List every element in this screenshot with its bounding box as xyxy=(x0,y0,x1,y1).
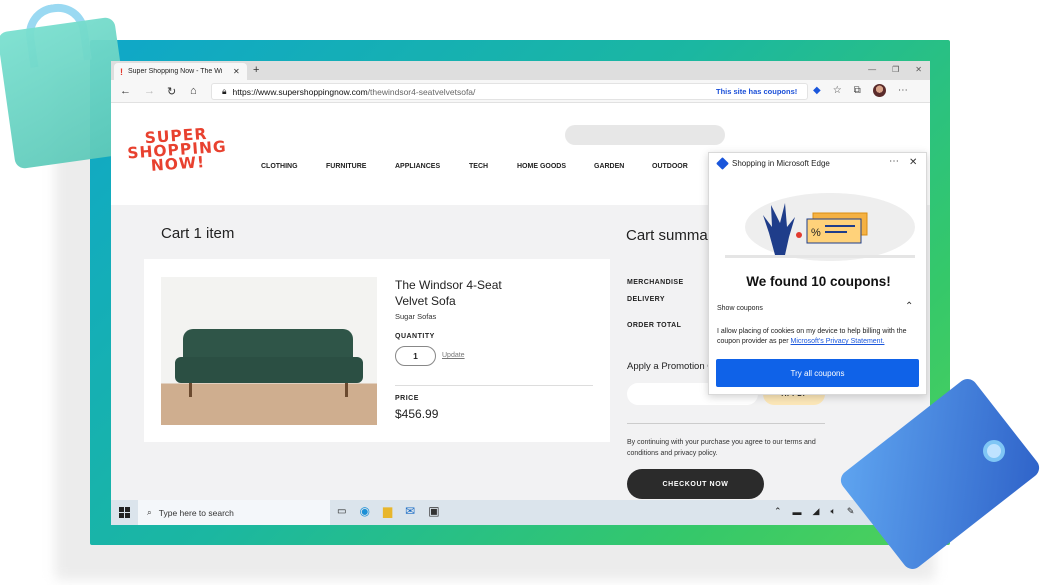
network-icon[interactable]: ◢ xyxy=(813,506,820,517)
menu-item-clothing[interactable]: CLOTHING xyxy=(261,163,326,170)
edge-icon[interactable]: ◉ xyxy=(359,504,369,518)
shopping-panel: Shopping in Microsoft Edge ⋯ ✕ % We foun… xyxy=(708,152,927,395)
favorites-icon[interactable]: ☆ xyxy=(833,85,842,96)
mail-icon[interactable]: ✉ xyxy=(405,504,415,518)
forward-icon[interactable]: → xyxy=(144,85,155,97)
pen-icon[interactable]: ✎ xyxy=(847,506,855,517)
system-tray: ⌃ ▬ ◢ 🔈︎ ✎ xyxy=(774,506,854,517)
back-icon[interactable]: ← xyxy=(120,85,131,97)
site-search-input[interactable] xyxy=(565,125,725,145)
terms-text: By continuing with your purchase you agr… xyxy=(627,439,816,457)
profile-avatar[interactable] xyxy=(872,84,886,97)
menu-item-appliances[interactable]: APPLIANCES xyxy=(395,163,469,170)
new-tab-button[interactable]: + xyxy=(253,64,259,76)
panel-header: Shopping in Microsoft Edge xyxy=(716,157,830,170)
product-name-line: The Windsor 4-Seat xyxy=(395,278,502,292)
close-tab-icon[interactable]: ✕ xyxy=(233,67,240,76)
menu-item-tech[interactable]: TECH xyxy=(469,163,517,170)
menu-item-garden[interactable]: GARDEN xyxy=(594,163,652,170)
sofa-leg-shape xyxy=(345,383,348,397)
cart-title-text: Cart xyxy=(161,225,190,242)
panel-title: Shopping in Microsoft Edge xyxy=(732,159,830,168)
taskbar-apps: ▭ ◉ ▆ ✉ ▣ xyxy=(337,504,440,518)
sofa-leg-shape xyxy=(189,383,192,397)
percent-icon: % xyxy=(811,227,821,239)
show-coupons-toggle[interactable]: Show coupons xyxy=(717,305,763,312)
taskbar-search-placeholder: Type here to search xyxy=(158,507,234,518)
site-favicon-icon: ! xyxy=(120,66,123,77)
product-brand: Sugar Sofas xyxy=(395,312,437,321)
close-window-icon[interactable]: ✕ xyxy=(915,65,922,74)
coupons-found-heading: We found 10 coupons! xyxy=(746,274,891,289)
battery-icon[interactable]: ▬ xyxy=(793,507,802,517)
privacy-statement-link[interactable]: Microsoft's Privacy Statement. xyxy=(791,338,885,345)
price-tag-hole-decoration xyxy=(983,440,1005,462)
merchandise-label: MERCHANDISE xyxy=(627,279,684,286)
store-icon[interactable]: ▣ xyxy=(428,504,439,518)
refresh-icon[interactable]: ↻ xyxy=(167,85,176,98)
coupon-illustration: % xyxy=(725,193,915,261)
sofa-seat-shape xyxy=(175,357,363,383)
stage: ! Super Shopping Now - The Wi ✕ + — ❐ ✕ … xyxy=(0,0,1040,585)
browser-tab[interactable]: ! Super Shopping Now - The Wi ✕ xyxy=(114,63,247,80)
price-value: $456.99 xyxy=(395,407,439,421)
panel-more-icon[interactable]: ⋯ xyxy=(889,156,900,167)
taskbar-search-box[interactable]: ⌕ Type here to search xyxy=(138,500,330,525)
summary-divider xyxy=(627,423,825,424)
windows-start-icon[interactable] xyxy=(119,507,130,518)
shopping-tag-icon xyxy=(716,157,729,170)
order-total-label: ORDER TOTAL xyxy=(627,322,682,329)
consent-text: I allow placing of cookies on my device … xyxy=(717,327,922,347)
product-name[interactable]: The Windsor 4-Seat Velvet Sofa xyxy=(395,277,502,309)
url-domain: https://www.supershoppingnow.com xyxy=(232,86,368,97)
panel-close-icon[interactable]: ✕ xyxy=(909,157,917,168)
volume-icon[interactable]: 🔈︎ xyxy=(830,506,835,517)
window-controls: — ❐ ✕ xyxy=(868,65,922,74)
checkout-button[interactable]: CHECKOUT NOW xyxy=(627,469,764,499)
quantity-label: QUANTITY xyxy=(395,333,435,340)
search-icon: ⌕ xyxy=(147,507,152,517)
file-explorer-icon[interactable]: ▆ xyxy=(383,504,392,518)
windows-taskbar: ⌕ Type here to search ▭ ◉ ▆ ✉ ▣ ⌃ ▬ ◢ 🔈︎… xyxy=(111,500,930,525)
coupon-notice[interactable]: This site has coupons! xyxy=(716,87,797,96)
home-icon[interactable]: ⌂ xyxy=(190,85,197,97)
summary-title: Cart summa xyxy=(626,227,708,244)
product-image[interactable] xyxy=(161,277,377,425)
tab-strip: ! Super Shopping Now - The Wi ✕ + — ❐ ✕ xyxy=(111,61,930,80)
collections-icon[interactable]: ⧉ xyxy=(854,85,861,96)
address-toolbar: ← → ↻ ⌂ 🔒︎ https://www.supershoppingnow.… xyxy=(111,80,930,103)
update-link[interactable]: Update xyxy=(442,352,465,359)
product-name-line: Velvet Sofa xyxy=(395,294,456,308)
browser-window: ! Super Shopping Now - The Wi ✕ + — ❐ ✕ … xyxy=(111,61,930,525)
coupon-tag-icon[interactable]: ◆ xyxy=(813,85,821,96)
quantity-input[interactable]: 1 xyxy=(395,346,436,366)
item-divider xyxy=(395,385,593,386)
web-page: SUPER SHOPPING NOW! CLOTHING FURNITURE A… xyxy=(111,103,930,525)
more-icon[interactable]: ⋯ xyxy=(898,85,908,96)
menu-item-outdoor[interactable]: OUTDOOR xyxy=(652,163,702,170)
menu-item-furniture[interactable]: FURNITURE xyxy=(326,163,395,170)
task-view-icon[interactable]: ▭ xyxy=(337,506,346,517)
category-menu: CLOTHING FURNITURE APPLIANCES TECH HOME … xyxy=(261,163,702,170)
minimize-icon[interactable]: — xyxy=(868,65,876,74)
tray-chevron-icon[interactable]: ⌃ xyxy=(774,506,782,517)
chevron-up-icon[interactable]: ⌃ xyxy=(905,301,913,312)
cart-item-card: The Windsor 4-Seat Velvet Sofa Sugar Sof… xyxy=(144,259,610,442)
cart-title: Cart 1 item xyxy=(161,225,234,242)
delivery-label: DELIVERY xyxy=(627,296,665,303)
lock-icon: 🔒︎ xyxy=(222,86,227,96)
try-all-coupons-button[interactable]: Try all coupons xyxy=(716,359,919,387)
site-logo[interactable]: SUPER SHOPPING NOW! xyxy=(126,125,229,175)
restore-icon[interactable]: ❐ xyxy=(892,65,899,74)
menu-item-home-goods[interactable]: HOME GOODS xyxy=(517,163,594,170)
toolbar-icons: ◆ ☆ ⧉ ⋯ xyxy=(813,84,908,97)
url-path: /thewindsor4-seatvelvetsofa/ xyxy=(367,86,476,97)
price-label: PRICE xyxy=(395,395,419,402)
cart-item-count: 1 item xyxy=(193,225,235,242)
tab-title: Super Shopping Now - The Wi xyxy=(128,68,223,75)
